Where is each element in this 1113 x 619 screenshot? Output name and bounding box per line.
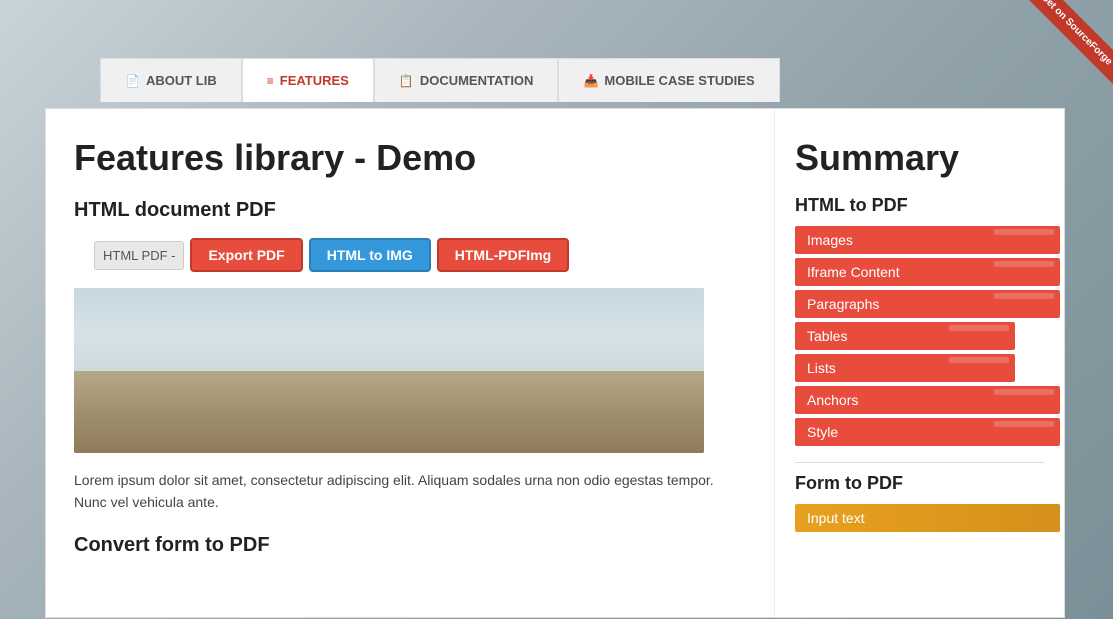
tab-documentation[interactable]: 📋 DOCUMENTATION xyxy=(374,58,559,102)
convert-form-title: Convert form to PDF xyxy=(74,534,746,557)
tab-features-label: FEATURES xyxy=(280,73,349,88)
html-pdf-label: HTML PDF - xyxy=(94,241,184,270)
tab-mobile[interactable]: 📥 MOBILE CASE STUDIES xyxy=(558,58,779,102)
html-to-pdf-title: HTML to PDF xyxy=(795,195,1044,216)
summary-item-anchors[interactable]: Anchors xyxy=(795,386,1060,414)
summary-divider xyxy=(795,462,1044,463)
list-icon: ≡ xyxy=(267,74,274,88)
form-item-input-text[interactable]: Input text xyxy=(795,504,1060,532)
tab-about[interactable]: 📄 ABOUT LIB xyxy=(100,58,242,102)
summary-item-lists[interactable]: Lists xyxy=(795,354,1015,382)
left-content: Features library - Demo HTML document PD… xyxy=(46,109,774,617)
tab-mobile-label: MOBILE CASE STUDIES xyxy=(604,73,754,88)
export-pdf-button[interactable]: Export PDF xyxy=(190,238,302,272)
tab-features[interactable]: ≡ FEATURES xyxy=(242,58,374,102)
summary-items-list: Images Iframe Content Paragraphs Tables … xyxy=(795,226,1044,446)
form-items-list: Input text xyxy=(795,504,1044,532)
main-container: Features library - Demo HTML document PD… xyxy=(45,108,1065,618)
form-to-pdf-title: Form to PDF xyxy=(795,473,1044,494)
floor-layer xyxy=(74,371,704,454)
html-pdfimg-button[interactable]: HTML-PDFImg xyxy=(437,238,569,272)
document-icon: 📄 xyxy=(125,74,140,88)
html-to-img-button[interactable]: HTML to IMG xyxy=(309,238,431,272)
download-icon: 📥 xyxy=(583,74,598,88)
button-row: HTML PDF - Export PDF HTML to IMG HTML-P… xyxy=(74,238,746,272)
summary-item-style[interactable]: Style xyxy=(795,418,1060,446)
tab-documentation-label: DOCUMENTATION xyxy=(420,73,534,88)
sourceforge-ribbon[interactable]: Get on SourceForge xyxy=(1003,0,1113,110)
html-document-section-title: HTML document PDF xyxy=(74,199,746,222)
summary-item-images[interactable]: Images xyxy=(795,226,1060,254)
navigation-tabs: 📄 ABOUT LIB ≡ FEATURES 📋 DOCUMENTATION 📥… xyxy=(100,58,780,102)
summary-item-paragraphs[interactable]: Paragraphs xyxy=(795,290,1060,318)
lorem-text: Lorem ipsum dolor sit amet, consectetur … xyxy=(74,469,746,514)
summary-title: Summary xyxy=(795,137,1044,179)
tab-about-label: ABOUT LIB xyxy=(146,73,217,88)
docs-icon: 📋 xyxy=(399,74,414,88)
summary-item-iframe[interactable]: Iframe Content xyxy=(795,258,1060,286)
ribbon-text: Get on SourceForge xyxy=(1022,0,1113,84)
page-title: Features library - Demo xyxy=(74,137,746,179)
summary-item-tables[interactable]: Tables xyxy=(795,322,1015,350)
demo-image xyxy=(74,288,704,453)
sky-layer xyxy=(74,288,704,379)
right-sidebar: Summary HTML to PDF Images Iframe Conten… xyxy=(774,109,1064,617)
